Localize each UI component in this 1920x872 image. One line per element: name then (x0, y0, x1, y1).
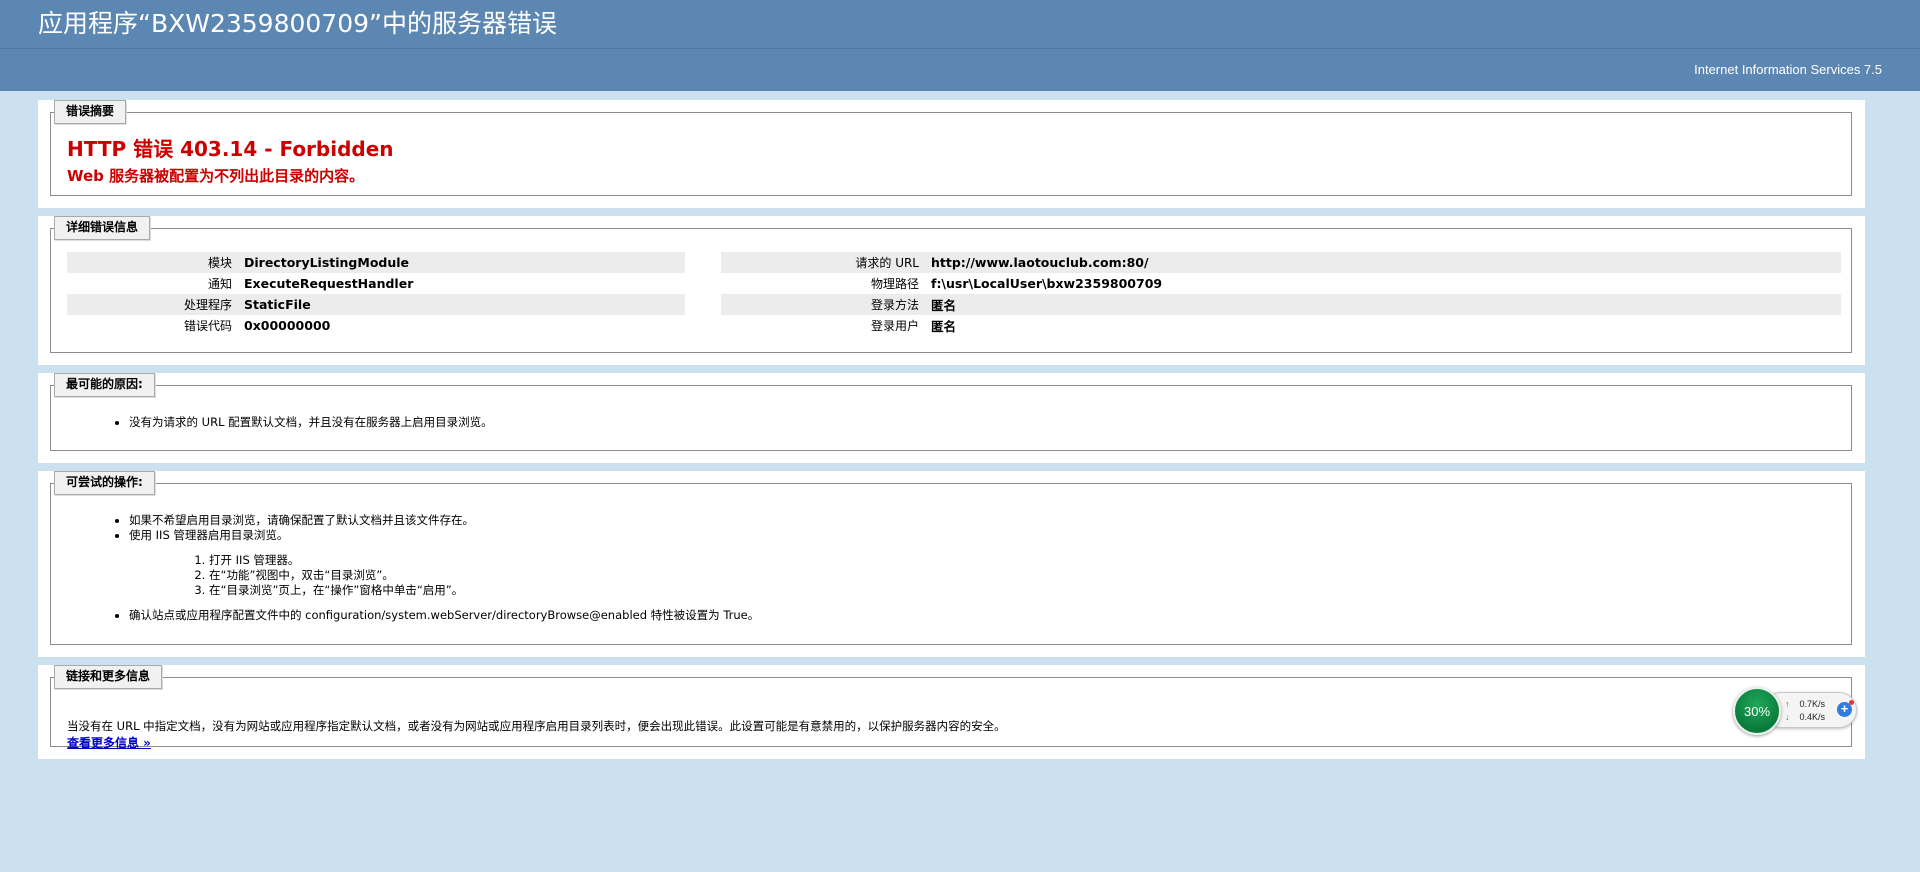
action-step: 在“功能”视图中，双击“目录浏览”。 (209, 568, 759, 583)
detail-row-error-code: 错误代码 0x00000000 (67, 315, 685, 336)
things-to-try-box: 可尝试的操作: 如果不希望启用目录浏览，请确保配置了默认文档并且该文件存在。 使… (50, 471, 1852, 645)
cause-item: 没有为请求的 URL 配置默认文档，并且没有在服务器上启用目录浏览。 (129, 415, 493, 430)
things-to-try-legend: 可尝试的操作: (54, 471, 155, 495)
detail-row-logon-user: 登录用户 匿名 (721, 315, 1841, 336)
up-arrow-icon: ↑ (1785, 699, 1790, 709)
detailed-info-box: 详细错误信息 模块 DirectoryListingModule 通知 Exec… (50, 216, 1852, 353)
causes-list: 没有为请求的 URL 配置默认文档，并且没有在服务器上启用目录浏览。 (51, 415, 493, 430)
detail-row-module: 模块 DirectoryListingModule (67, 252, 685, 273)
detail-value: f:\usr\LocalUser\bxw2359800709 (931, 276, 1163, 291)
product-name: Internet Information Services 7.5 (1694, 62, 1882, 77)
detail-label: 登录用户 (870, 319, 919, 333)
links-box: 链接和更多信息 当没有在 URL 中指定文档，没有为网站或应用程序指定默认文档，… (50, 665, 1852, 750)
upload-speed: ↑ 0.7K/s (1785, 699, 1825, 709)
detail-row-notification: 通知 ExecuteRequestHandler (67, 273, 685, 294)
links-section: 链接和更多信息 当没有在 URL 中指定文档，没有为网站或应用程序指定默认文档，… (38, 665, 1865, 759)
likely-causes-section: 最可能的原因: 没有为请求的 URL 配置默认文档，并且没有在服务器上启用目录浏… (38, 373, 1865, 463)
page-title: 应用程序“BXW2359800709”中的服务器错误 (38, 9, 557, 38)
upload-speed-value: 0.7K/s (1799, 699, 1826, 709)
detail-label: 物理路径 (870, 277, 919, 291)
detail-value: 匿名 (931, 319, 957, 334)
action-step: 在“目录浏览”页上，在“操作”窗格中单击“启用”。 (209, 583, 759, 598)
error-description: Web 服务器被配置为不列出此目录的内容。 (67, 167, 365, 185)
more-info-link[interactable]: 查看更多信息 » (67, 734, 151, 751)
details-left-column: 模块 DirectoryListingModule 通知 ExecuteRequ… (67, 252, 685, 336)
download-speed: ↓ 0.4K/s (1785, 712, 1825, 722)
things-to-try-section: 可尝试的操作: 如果不希望启用目录浏览，请确保配置了默认文档并且该文件存在。 使… (38, 471, 1865, 657)
likely-causes-legend: 最可能的原因: (54, 373, 155, 397)
download-speed-value: 0.4K/s (1799, 712, 1826, 722)
detail-row-logon-method: 登录方法 匿名 (721, 294, 1841, 315)
notification-dot-icon (1849, 700, 1854, 705)
error-summary-legend: 错误摘要 (54, 100, 127, 124)
header-bar: 应用程序“BXW2359800709”中的服务器错误 (0, 0, 1920, 48)
detail-label: 错误代码 (183, 319, 232, 333)
action-item-text: 使用 IIS 管理器启用目录浏览。 (129, 528, 289, 542)
action-item: 确认站点或应用程序配置文件中的 configuration/system.web… (129, 608, 759, 623)
memory-usage-badge[interactable]: 30% (1733, 687, 1781, 735)
error-summary-section: 错误摘要 HTTP 错误 403.14 - Forbidden Web 服务器被… (38, 100, 1865, 208)
network-speed-widget[interactable]: ↑ 0.7K/s ↓ 0.4K/s + 30% (1733, 687, 1857, 735)
error-summary-box: 错误摘要 HTTP 错误 403.14 - Forbidden Web 服务器被… (50, 100, 1852, 196)
details-right-column: 请求的 URL http://www.laotouclub.com:80/ 物理… (721, 252, 1841, 336)
detail-value: http://www.laotouclub.com:80/ (931, 255, 1149, 270)
detailed-info-section: 详细错误信息 模块 DirectoryListingModule 通知 Exec… (38, 216, 1865, 365)
detail-row-physical-path: 物理路径 f:\usr\LocalUser\bxw2359800709 (721, 273, 1841, 294)
detailed-info-legend: 详细错误信息 (54, 216, 151, 240)
detail-label: 处理程序 (183, 298, 232, 312)
content-area: 错误摘要 HTTP 错误 403.14 - Forbidden Web 服务器被… (38, 100, 1865, 767)
detail-label: 模块 (207, 256, 232, 270)
action-steps-list: 打开 IIS 管理器。 在“功能”视图中，双击“目录浏览”。 在“目录浏览”页上… (129, 553, 759, 598)
detail-value: ExecuteRequestHandler (244, 276, 414, 291)
subheader-bar: Internet Information Services 7.5 (0, 48, 1920, 91)
links-legend: 链接和更多信息 (54, 665, 163, 689)
detail-label: 通知 (207, 277, 232, 291)
detail-label: 请求的 URL (855, 256, 919, 270)
detail-value: StaticFile (244, 297, 311, 312)
error-title: HTTP 错误 403.14 - Forbidden (67, 137, 394, 161)
detail-value: 匿名 (931, 298, 957, 313)
detail-value: 0x00000000 (244, 318, 331, 333)
likely-causes-box: 最可能的原因: 没有为请求的 URL 配置默认文档，并且没有在服务器上启用目录浏… (50, 373, 1852, 451)
down-arrow-icon: ↓ (1785, 712, 1790, 722)
action-step: 打开 IIS 管理器。 (209, 553, 759, 568)
detail-row-requested-url: 请求的 URL http://www.laotouclub.com:80/ (721, 252, 1841, 273)
detail-label: 登录方法 (870, 298, 919, 312)
links-description: 当没有在 URL 中指定文档，没有为网站或应用程序指定默认文档，或者没有为网站或… (67, 719, 1006, 733)
detail-value: DirectoryListingModule (244, 255, 410, 270)
action-item: 使用 IIS 管理器启用目录浏览。 打开 IIS 管理器。 在“功能”视图中，双… (129, 528, 759, 598)
action-item: 如果不希望启用目录浏览，请确保配置了默认文档并且该文件存在。 (129, 513, 759, 528)
actions-list: 如果不希望启用目录浏览，请确保配置了默认文档并且该文件存在。 使用 IIS 管理… (51, 513, 759, 623)
detail-row-handler: 处理程序 StaticFile (67, 294, 685, 315)
